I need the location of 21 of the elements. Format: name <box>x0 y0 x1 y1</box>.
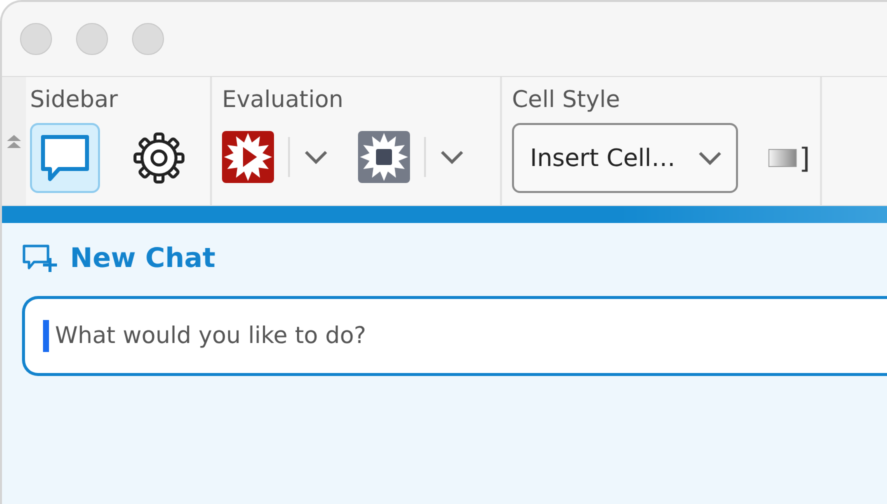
chat-add-icon <box>22 244 58 274</box>
chevron-down-icon <box>304 150 328 164</box>
chat-button[interactable] <box>30 123 100 193</box>
chevron-down-icon <box>440 150 464 164</box>
chat-bubble-icon <box>39 133 91 183</box>
bracket-text: ] <box>799 142 810 174</box>
cell-style-dropdown[interactable]: Insert Cell… <box>512 123 738 193</box>
collapse-icon[interactable] <box>6 133 22 149</box>
stop-split-button[interactable] <box>358 131 464 183</box>
group-label: Sidebar <box>30 86 119 115</box>
text-cursor-icon <box>43 320 49 352</box>
group-label: Cell Style <box>512 86 622 115</box>
run-icon <box>222 131 274 183</box>
chat-input-field[interactable]: What would you like to do? <box>22 296 887 376</box>
run-split-button[interactable] <box>222 131 328 183</box>
settings-icon <box>133 132 185 184</box>
group-label: Evaluation <box>222 86 344 115</box>
gradient-swatch-icon <box>768 147 798 169</box>
stop-icon <box>358 131 410 183</box>
new-chat-button[interactable]: New Chat <box>22 243 216 274</box>
chevron-down-icon <box>698 151 722 165</box>
